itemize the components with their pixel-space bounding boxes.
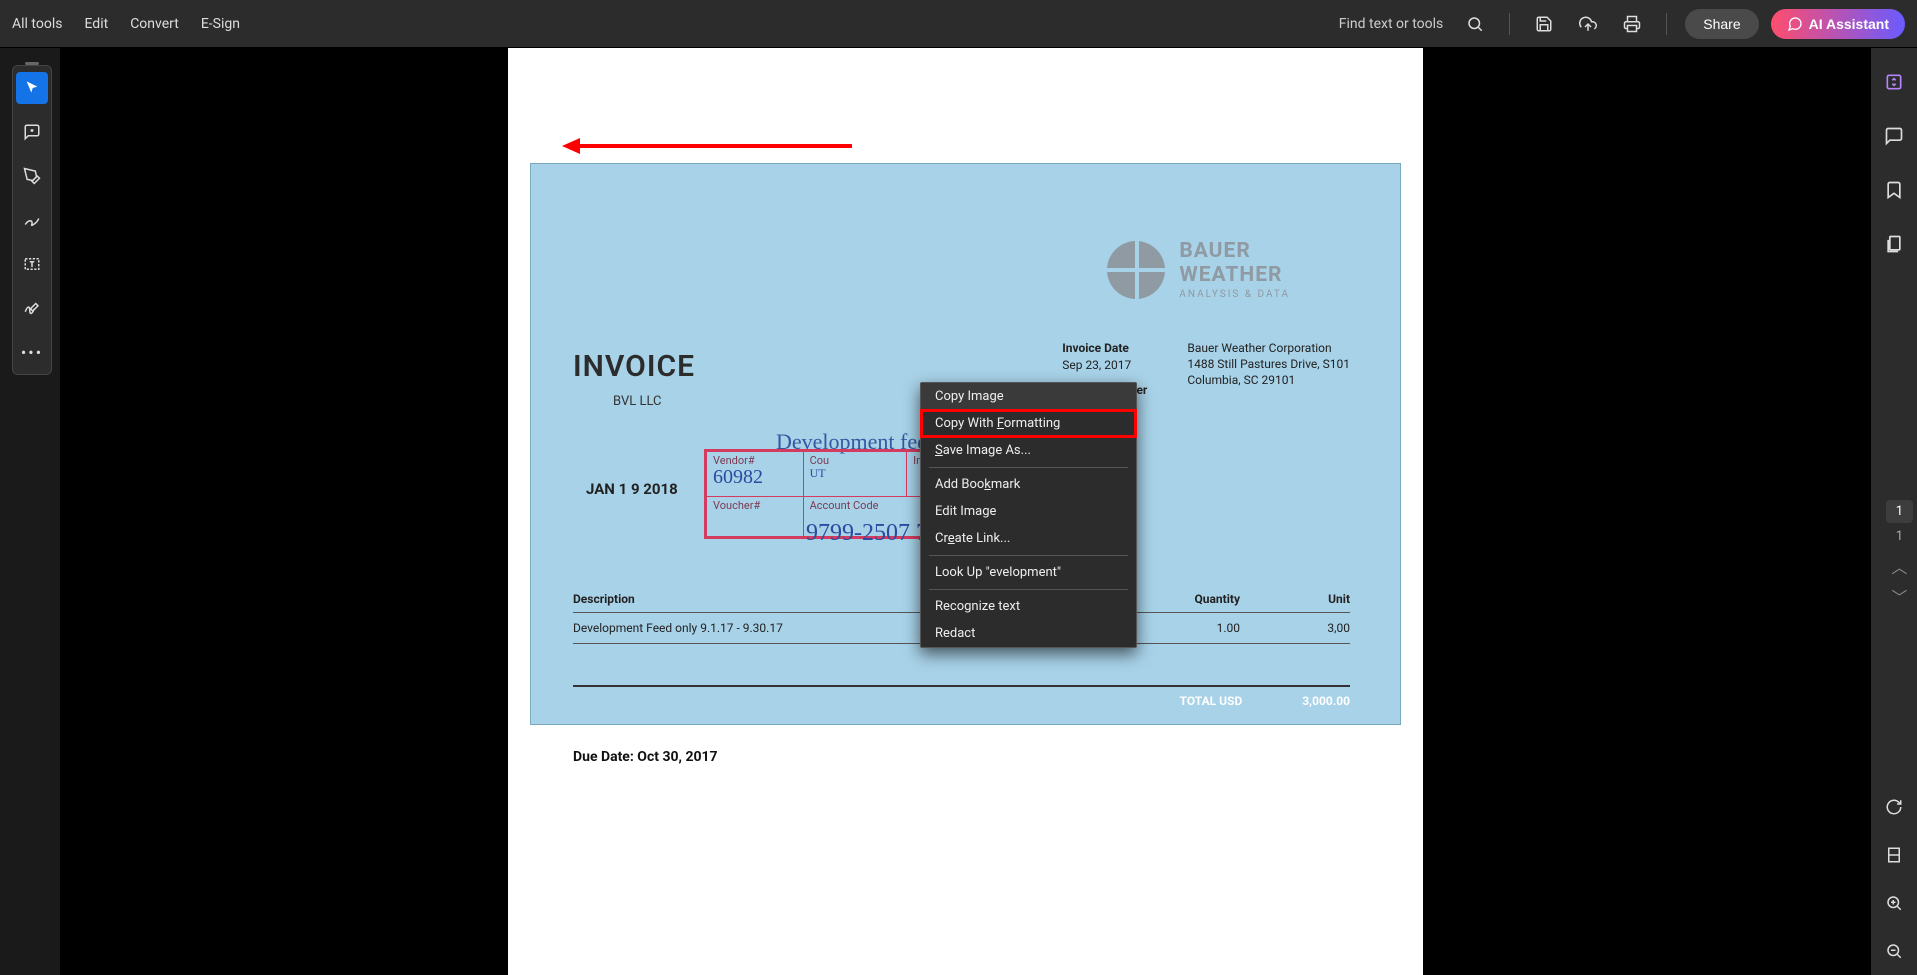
draw-tool[interactable] [16,204,48,236]
generative-panel-icon[interactable] [1878,66,1910,98]
top-toolbar: All tools Edit Convert E-Sign Find text … [0,0,1917,48]
rotate-icon[interactable] [1878,791,1910,823]
find-label[interactable]: Find text or tools [1339,16,1444,32]
more-tools-icon[interactable]: ••• [16,336,48,368]
total-pages: 1 [1886,527,1913,546]
ctx-save-image-as[interactable]: Save Image As... [921,437,1136,464]
total-row: TOTAL USD 3,000.00 [573,685,1350,708]
pages-panel-icon[interactable] [1878,228,1910,260]
save-icon[interactable] [1528,8,1560,40]
highlight-tool[interactable] [16,160,48,192]
cloud-upload-icon[interactable] [1572,8,1604,40]
company-logo: BAUER WEATHER ANALYSIS & DATA [1107,239,1290,300]
menu-edit[interactable]: Edit [84,16,108,32]
ai-assistant-label: AI Assistant [1809,16,1889,32]
comment-tool[interactable] [16,116,48,148]
ctx-copy-image[interactable]: Copy Image [921,383,1136,410]
ctx-add-bookmark[interactable]: Add Bookmark [921,471,1136,498]
zoom-out-icon[interactable] [1878,935,1910,967]
ctx-recognize-text[interactable]: Recognize text [921,593,1136,620]
annotation-arrow [562,136,852,156]
select-tool[interactable] [16,72,48,104]
share-button[interactable]: Share [1685,9,1758,39]
divider [1509,13,1510,35]
logo-mark-icon [1107,241,1165,299]
left-tool-rail: ••• [12,65,52,375]
ctx-look-up[interactable]: Look Up "evelopment" [921,559,1136,586]
company-name: Bauer Weather Corporation [1187,341,1350,355]
received-date-stamp: JAN 1 9 2018 [586,480,678,498]
ctx-separator [929,589,1128,590]
ai-assistant-button[interactable]: AI Assistant [1771,9,1905,39]
page-display-icon[interactable] [1878,839,1910,871]
print-icon[interactable] [1616,8,1648,40]
invoice-bill-to: BVL LLC [613,394,662,409]
view-controls [1871,791,1917,967]
logo-name: BAUER WEATHER [1179,239,1290,287]
ctx-create-link[interactable]: Create Link... [921,525,1136,552]
ctx-separator [929,467,1128,468]
context-menu: Copy Image Copy With Formatting Save Ima… [920,382,1137,648]
company-addr2: Columbia, SC 29101 [1187,373,1350,387]
ctx-redact[interactable]: Redact [921,620,1136,647]
ctx-separator [929,555,1128,556]
bookmarks-panel-icon[interactable] [1878,174,1910,206]
current-page[interactable]: 1 [1886,500,1913,523]
page-indicator: 1 1 ︿ ﹀ [1886,500,1913,608]
invoice-title: INVOICE [573,349,695,384]
ctx-edit-image[interactable]: Edit Image [921,498,1136,525]
menu-esign[interactable]: E-Sign [201,16,240,32]
invoice-date-value: Sep 23, 2017 [1062,358,1147,372]
total-label: TOTAL USD [1180,694,1243,708]
logo-subtitle: ANALYSIS & DATA [1179,289,1290,300]
zoom-in-icon[interactable] [1878,887,1910,919]
company-addr1: 1488 Still Pastures Drive, S101 [1187,357,1350,371]
page-up-icon[interactable]: ︿ [1891,554,1907,578]
page-down-icon[interactable]: ﹀ [1891,584,1907,608]
comments-panel-icon[interactable] [1878,120,1910,152]
invoice-date-label: Invoice Date [1062,341,1147,355]
menu-all-tools[interactable]: All tools [12,16,62,32]
menu-convert[interactable]: Convert [130,16,179,32]
sign-tool[interactable] [16,292,48,324]
divider [1666,13,1667,35]
col-unit: Unit [1240,592,1350,606]
total-value: 3,000.00 [1302,694,1350,708]
text-box-tool[interactable] [16,248,48,280]
search-icon[interactable] [1459,8,1491,40]
ctx-copy-with-formatting[interactable]: Copy With Formatting [921,410,1136,437]
chat-sparkle-icon [1787,16,1803,32]
due-date: Due Date: Oct 30, 2017 [573,749,718,765]
